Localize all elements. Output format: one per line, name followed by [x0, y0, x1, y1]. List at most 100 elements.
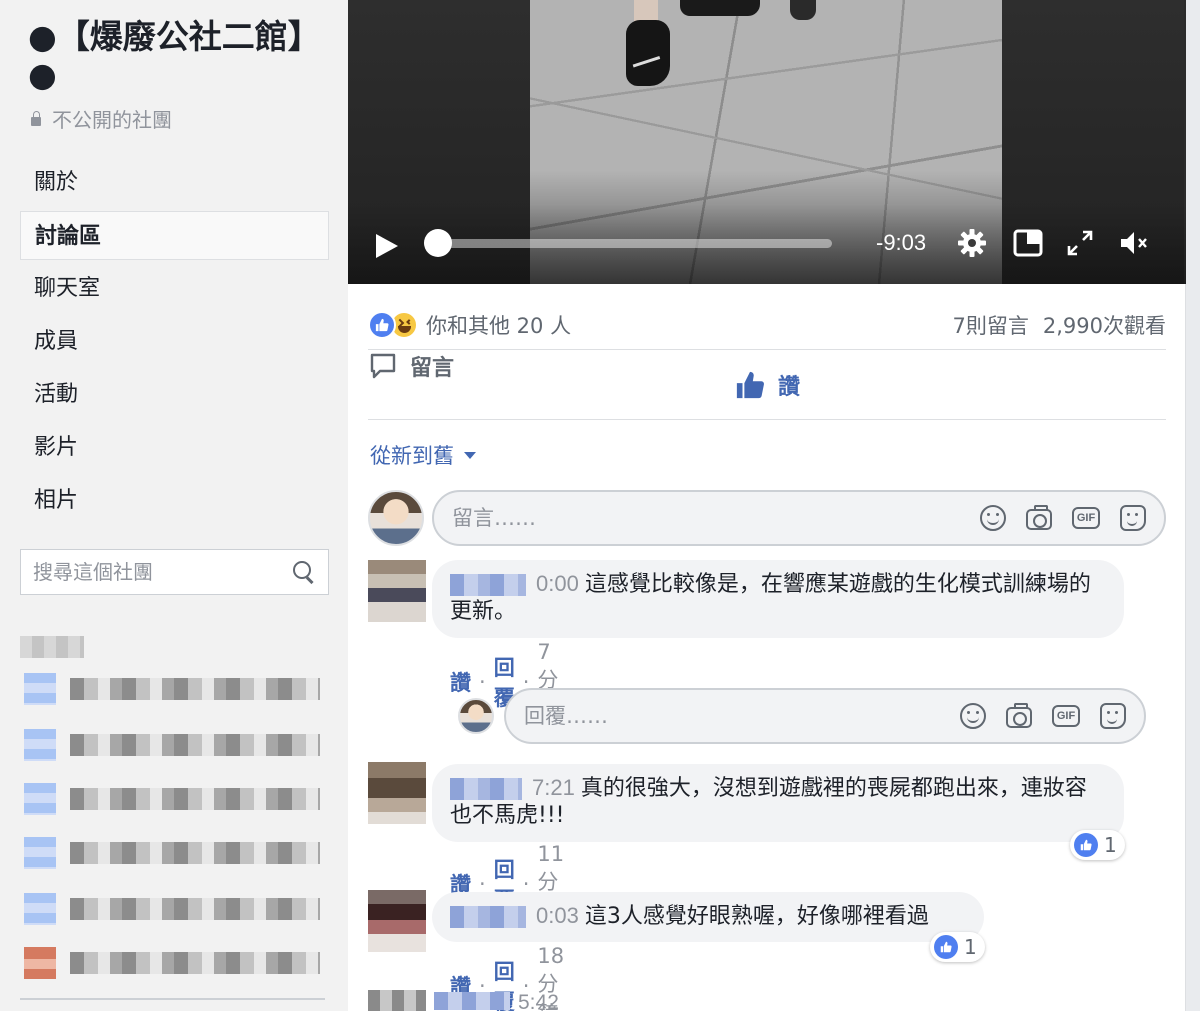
- fullscreen-icon[interactable]: [1064, 227, 1096, 259]
- shortcut-thumb: [24, 783, 56, 815]
- nav-item-videos[interactable]: 影片: [20, 421, 329, 474]
- camera-icon[interactable]: [1026, 505, 1052, 530]
- comment-button[interactable]: 留言: [368, 350, 454, 382]
- shortcut-row-redacted[interactable]: [24, 946, 324, 980]
- reply-composer: GIF: [458, 688, 1146, 744]
- reactions-summary: 你和其他 20 人 7則留言 2,990次觀看: [368, 300, 1166, 350]
- like-reaction-icon: [1074, 833, 1098, 857]
- group-title[interactable]: ●【爆廢公社二館】●: [28, 18, 328, 94]
- shortcut-thumb: [24, 729, 56, 761]
- emoji-icon[interactable]: [980, 505, 1006, 531]
- chevron-down-icon: [464, 451, 476, 459]
- video-scene-shoe: [790, 0, 816, 20]
- current-user-avatar[interactable]: [458, 698, 494, 734]
- group-sidebar: ●【爆廢公社二館】● 不公開的社團 關於 討論區 聊天室 成員 活動 影片 相片: [0, 0, 348, 1011]
- group-search-input[interactable]: [33, 560, 292, 584]
- nav-item-events[interactable]: 活動: [20, 368, 329, 421]
- like-button[interactable]: 讚: [368, 350, 1166, 419]
- nav-item-photos[interactable]: 相片: [20, 474, 329, 527]
- speech-bubble-icon: [370, 353, 396, 379]
- comment-sort-dropdown[interactable]: 從新到舊: [370, 440, 476, 470]
- shortcut-name-redacted: [70, 842, 320, 864]
- shortcut-row-redacted[interactable]: [24, 672, 324, 706]
- group-privacy: 不公開的社團: [30, 104, 172, 133]
- composer-tools: GIF: [980, 505, 1146, 531]
- video-timestamp-link[interactable]: 5:42: [518, 991, 559, 1011]
- shortcut-name-redacted: [70, 788, 320, 810]
- camera-icon[interactable]: [1006, 703, 1032, 728]
- shortcuts-heading-redacted: [20, 636, 84, 658]
- video-scene-shoe: [680, 0, 760, 16]
- comment-input[interactable]: [452, 506, 980, 530]
- like-button-label: 讚: [777, 374, 800, 400]
- composer-tools: GIF: [960, 703, 1126, 729]
- page-gutter: [1186, 0, 1200, 1011]
- comment-item-partial: 5:42: [368, 990, 559, 1011]
- picture-in-picture-icon[interactable]: [1012, 227, 1044, 259]
- video-scene-shoe: [626, 20, 670, 86]
- commenter-avatar[interactable]: [368, 990, 426, 1011]
- comments-count[interactable]: 7則留言: [953, 310, 1029, 340]
- comment-like-count[interactable]: 1: [930, 932, 985, 962]
- commenter-name-redacted[interactable]: [450, 906, 526, 928]
- gif-icon[interactable]: GIF: [1072, 507, 1100, 529]
- video-post: -9:03 你和其他 20 人 7則留言 2,990次觀看 讚 留言 從新到舊 …: [348, 0, 1186, 1011]
- views-count: 2,990次觀看: [1042, 313, 1166, 338]
- video-progress-bar[interactable]: [424, 239, 832, 248]
- shortcut-thumb: [24, 673, 56, 705]
- group-search-box[interactable]: [20, 549, 329, 595]
- search-icon[interactable]: [292, 560, 316, 584]
- video-player[interactable]: -9:03: [348, 0, 1186, 284]
- reaction-summary-text[interactable]: 你和其他 20 人: [426, 310, 571, 340]
- shortcut-thumb: [24, 893, 56, 925]
- reply-input[interactable]: [524, 704, 960, 728]
- shortcut-row-redacted[interactable]: [24, 728, 324, 762]
- nav-item-members[interactable]: 成員: [20, 315, 329, 368]
- shortcut-thumb: [24, 837, 56, 869]
- video-timestamp-link[interactable]: 0:00: [536, 571, 579, 596]
- gear-icon[interactable]: [956, 227, 988, 259]
- reply-input-box[interactable]: GIF: [504, 688, 1146, 744]
- like-count-value: 1: [1104, 833, 1117, 857]
- privacy-label: 不公開的社團: [52, 108, 172, 132]
- sticker-icon[interactable]: [1120, 505, 1146, 531]
- shortcut-name-redacted: [70, 898, 320, 920]
- video-scrubber-handle[interactable]: [424, 229, 452, 257]
- video-timestamp-link[interactable]: 7:21: [532, 775, 575, 800]
- shortcut-row-redacted[interactable]: [24, 892, 324, 926]
- comment-like-count[interactable]: 1: [1070, 830, 1125, 860]
- reaction-icons[interactable]: [368, 310, 418, 339]
- lock-icon: [30, 110, 42, 127]
- emoji-icon[interactable]: [960, 703, 986, 729]
- shortcut-name-redacted: [70, 678, 320, 700]
- shortcut-name-redacted: [70, 952, 320, 974]
- commenter-name-redacted[interactable]: [450, 778, 522, 800]
- nav-item-chat[interactable]: 聊天室: [20, 262, 329, 315]
- nav-item-about[interactable]: 關於: [20, 156, 329, 209]
- play-icon[interactable]: [376, 234, 398, 258]
- volume-muted-icon[interactable]: [1118, 227, 1150, 259]
- thumbs-up-icon: [736, 371, 764, 398]
- comment-sort-label: 從新到舊: [370, 444, 454, 468]
- like-count-value: 1: [964, 935, 977, 959]
- commenter-avatar[interactable]: [368, 762, 426, 824]
- video-time-remaining: -9:03: [876, 230, 927, 255]
- comment-bubble: 0:03 這3人感覺好眼熟喔，好像哪裡看過: [432, 892, 984, 942]
- nav-item-discussion[interactable]: 討論區: [20, 211, 329, 260]
- commenter-name-redacted[interactable]: [450, 574, 526, 596]
- like-reaction-icon: [934, 935, 958, 959]
- comment-input-box[interactable]: GIF: [432, 490, 1166, 546]
- video-timestamp-link[interactable]: 0:03: [536, 903, 579, 928]
- comment-bubble: 7:21 真的很強大，沒想到遊戲裡的喪屍都跑出來，連妝容也不馬虎!!!: [432, 764, 1124, 842]
- sidebar-divider: [20, 998, 325, 1000]
- shortcut-row-redacted[interactable]: [24, 782, 324, 816]
- commenter-name-redacted[interactable]: [434, 991, 510, 1010]
- gif-icon[interactable]: GIF: [1052, 705, 1080, 727]
- commenter-avatar[interactable]: [368, 560, 426, 622]
- shortcut-name-redacted: [70, 734, 320, 756]
- current-user-avatar[interactable]: [368, 490, 424, 546]
- sticker-icon[interactable]: [1100, 703, 1126, 729]
- commenter-avatar[interactable]: [368, 890, 426, 952]
- shortcut-row-redacted[interactable]: [24, 836, 324, 870]
- post-actions: 讚 留言: [368, 350, 1166, 420]
